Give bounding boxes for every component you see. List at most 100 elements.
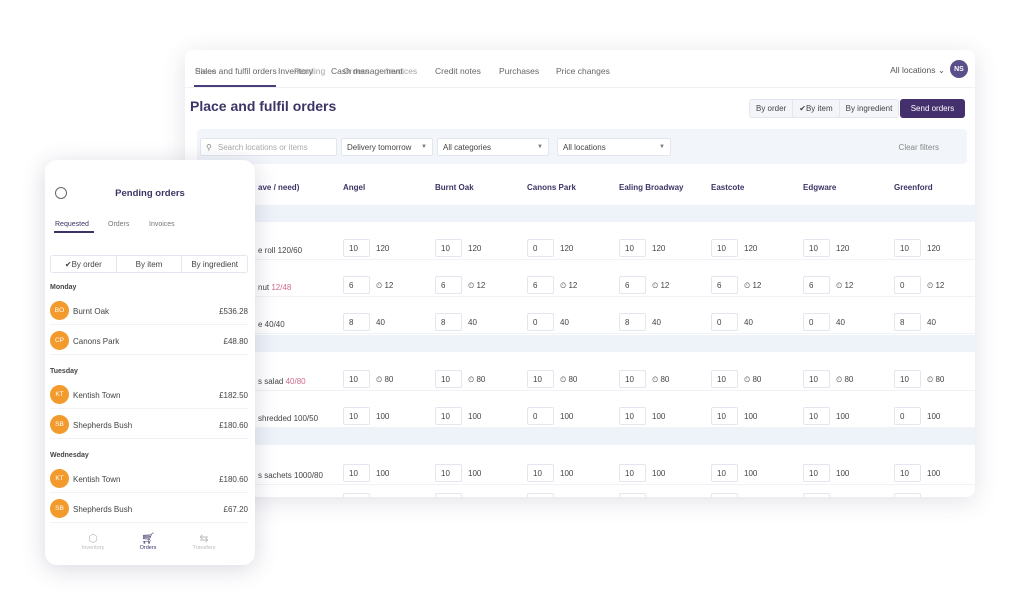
need-number: 100 [652,412,666,421]
quantity-input[interactable]: 10 [527,464,554,482]
by-order-button[interactable]: ✔ By order [51,256,117,272]
quantity-input[interactable]: 10 [343,239,370,257]
tab-pending[interactable]: Pending [294,66,325,76]
locations-select[interactable]: All locations ▼ [557,138,671,156]
quantity-input[interactable] [711,493,738,497]
desktop-window: Sales and fulfil orders Inventory Cash m… [185,50,975,497]
quantity-input[interactable]: 0 [527,407,554,425]
tab-orders[interactable]: Orders [108,221,129,228]
order-row[interactable]: BO Burnt Oak £536.28 [50,297,248,325]
quantity-input[interactable]: 10 [803,370,830,388]
quantity-input[interactable]: 10 [435,370,462,388]
by-order-button[interactable]: By order [750,100,794,117]
quantity-input[interactable]: 0 [527,239,554,257]
need-number: 12 [752,281,762,290]
quantity-input[interactable]: 10 [711,464,738,482]
quantity-input[interactable] [435,493,462,497]
quantity-input[interactable]: 10 [894,464,921,482]
send-orders-button[interactable]: Send orders [900,99,965,118]
quantity-input[interactable]: 10 [803,239,830,257]
nav-orders[interactable]: 🛒︎ Orders [123,532,173,551]
order-row[interactable]: KT Kentish Town £182.50 [50,381,248,409]
by-item-button[interactable]: ✔ By item [793,100,840,117]
tab-price-changes[interactable]: Price changes [556,66,610,76]
quantity-input[interactable]: 8 [343,313,370,331]
order-row[interactable]: KT Kentish Town £180.60 [50,465,248,493]
tab-place[interactable]: Place [195,66,216,76]
location-selector[interactable]: All locations ⌄ [890,65,945,76]
by-item-button[interactable]: By item [117,256,183,272]
tab-invoices[interactable]: Invoices [149,221,175,228]
quantity-input[interactable]: 10 [711,370,738,388]
need-value: ⏲ 12 [836,281,853,291]
quantity-input[interactable]: 10 [343,464,370,482]
quantity-input[interactable]: 10 [894,239,921,257]
quantity-input[interactable]: 8 [619,313,646,331]
quantity-input[interactable]: 10 [619,464,646,482]
nav-inventory[interactable]: ⬡ Inventory [68,532,118,551]
quantity-input[interactable]: 10 [527,370,554,388]
by-ingredient-button[interactable]: By ingredient [840,100,899,117]
nav-transfers[interactable]: ⇆ Transfers [179,532,229,551]
quantity-input[interactable]: 10 [619,407,646,425]
quantity-input[interactable]: 10 [619,370,646,388]
search-input[interactable]: ⚲ Search locations or items [200,138,337,156]
need-value: 120 [744,244,757,253]
quantity-input[interactable]: 10 [803,464,830,482]
quantity-input[interactable]: 10 [343,407,370,425]
category-select[interactable]: All categories ▼ [437,138,549,156]
quantity-input[interactable] [527,493,554,497]
quantity-input[interactable] [803,493,830,497]
quantity-input[interactable] [619,493,646,497]
need-value: 40 [468,318,477,327]
tab-invoices[interactable]: Invoices [386,66,417,76]
quantity-input[interactable]: 0 [711,313,738,331]
quantity-input[interactable]: 0 [803,313,830,331]
order-row[interactable]: SB Shepherds Bush £67.20 [50,495,248,523]
caret-down-icon: ▼ [537,144,543,150]
tab-requested[interactable]: Requested [55,221,89,228]
location-name: Shepherds Bush [73,505,133,514]
quantity-input[interactable]: 0 [894,276,921,294]
item-label: s sachets 1000/80 [258,471,323,480]
by-ingredient-button[interactable]: By ingredient [182,256,247,272]
quantity-input[interactable]: 6 [527,276,554,294]
order-row[interactable]: SB Shepherds Bush £180.60 [50,411,248,439]
need-value: 40 [836,318,845,327]
quantity-input[interactable]: 10 [435,239,462,257]
tab-credit-notes[interactable]: Credit notes [435,66,481,76]
quantity-input[interactable]: 0 [894,407,921,425]
quantity-input[interactable] [894,493,921,497]
column-header: Edgware [803,183,837,192]
quantity-input[interactable]: 6 [711,276,738,294]
order-amount: £48.80 [223,337,248,346]
quantity-input[interactable]: 10 [711,239,738,257]
clear-filters-link[interactable]: Clear filters [899,143,939,152]
quantity-input[interactable] [343,493,370,497]
quantity-input[interactable]: 10 [803,407,830,425]
quantity-input[interactable]: 6 [343,276,370,294]
delivery-select[interactable]: Delivery tomorrow ▼ [341,138,433,156]
quantity-input[interactable]: 8 [894,313,921,331]
avatar[interactable]: NS [950,60,968,78]
order-row[interactable]: CP Canons Park £48.80 [50,327,248,355]
quantity-input[interactable]: 6 [619,276,646,294]
column-header: Canons Park [527,183,576,192]
quantity-input[interactable]: 6 [803,276,830,294]
quantity-input[interactable]: 6 [435,276,462,294]
tab-orders[interactable]: Orders [343,66,369,76]
top-tabs: Sales and fulfil orders Inventory Cash m… [185,50,975,88]
quantity-input[interactable]: 10 [435,464,462,482]
tab-purchases[interactable]: Purchases [499,66,539,76]
need-number: 40 [376,318,385,327]
cart-icon: 🛒︎ [141,533,155,545]
quantity-input[interactable]: 10 [619,239,646,257]
quantity-input[interactable]: 10 [343,370,370,388]
quantity-input[interactable]: 8 [435,313,462,331]
check-icon: ✔ [64,259,72,269]
quantity-input[interactable]: 0 [527,313,554,331]
quantity-input[interactable]: 10 [894,370,921,388]
need-number: 100 [744,412,758,421]
quantity-input[interactable]: 10 [435,407,462,425]
quantity-input[interactable]: 10 [711,407,738,425]
